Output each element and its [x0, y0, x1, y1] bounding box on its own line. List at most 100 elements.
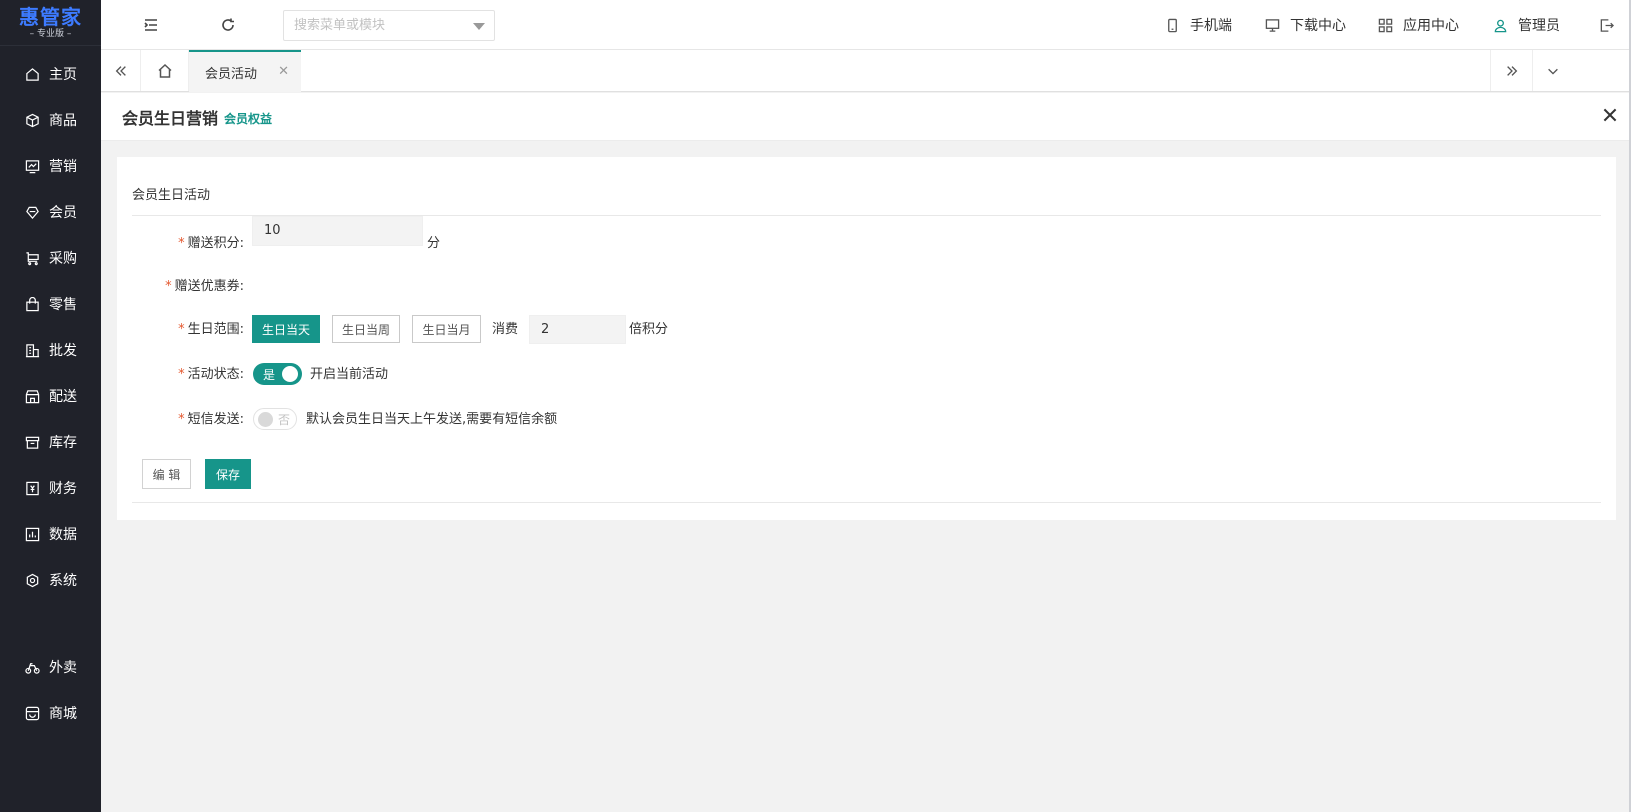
app-center-label: 应用中心: [1403, 18, 1459, 34]
sms-desc: 默认会员生日当天上午发送,需要有短信余额: [306, 412, 558, 427]
sms-label-text: 短信发送:: [187, 412, 244, 427]
menu-search-select[interactable]: 搜索菜单或模块: [283, 10, 495, 41]
sidebar-item-goods[interactable]: 商品: [0, 100, 101, 140]
search-placeholder: 搜索菜单或模块: [294, 18, 386, 33]
settings-icon: [24, 572, 40, 588]
close-icon[interactable]: ✕: [278, 64, 289, 79]
required-mark: *: [165, 279, 172, 294]
sidebar-item-marketing[interactable]: 营销: [0, 146, 101, 186]
tabs-dropdown-button[interactable]: [1532, 50, 1572, 91]
points-input[interactable]: 10: [252, 216, 423, 246]
sidebar-item-purchase[interactable]: 采购: [0, 238, 101, 278]
sidebar-item-retail[interactable]: 零售: [0, 284, 101, 324]
sidebar-item-delivery[interactable]: 配送: [0, 376, 101, 416]
sidebar-item-label: 采购: [49, 251, 77, 267]
home-icon: [157, 63, 172, 78]
status-desc: 开启当前活动: [310, 367, 389, 382]
status-toggle[interactable]: 是: [253, 363, 302, 385]
bike-icon: [24, 659, 40, 675]
toggle-text: 是: [263, 368, 276, 382]
warehouse-icon: [24, 434, 40, 450]
user-icon: [1494, 19, 1507, 32]
phone-icon: [1168, 18, 1177, 32]
logo[interactable]: 惠管家 – 专业版 –: [0, 0, 101, 46]
sidebar-item-takeout[interactable]: 外卖: [0, 647, 101, 687]
menu-toggle-button[interactable]: [141, 15, 161, 35]
sidebar-item-member[interactable]: 会员: [0, 192, 101, 232]
consume-label: 消费: [492, 322, 519, 337]
logo-subtitle: – 专业版 –: [29, 28, 72, 39]
range-label: * 生日范围:: [178, 318, 244, 337]
chevron-down-icon: [1547, 68, 1558, 75]
sidebar-item-label: 营销: [49, 159, 77, 175]
logo-text: 惠管家: [19, 4, 82, 29]
bag-icon: [24, 296, 40, 312]
sms-label: * 短信发送:: [178, 408, 244, 427]
sidebar-item-label: 商品: [49, 113, 77, 129]
range-option-month[interactable]: 生日当月: [412, 315, 481, 343]
tab-label: 会员活动: [205, 66, 258, 82]
logout-button[interactable]: [1599, 0, 1624, 50]
range-option-day[interactable]: 生日当天: [252, 315, 320, 343]
birthday-activity-card: 会员生日活动 * 赠送积分: 10 分 * 赠送优惠券: * 生日范围: 生日当天 生…: [117, 157, 1616, 520]
finance-icon: [24, 480, 40, 496]
multiplier-unit: 倍积分: [629, 322, 669, 337]
sidebar-item-label: 批发: [49, 343, 77, 359]
points-value: 10: [264, 223, 281, 238]
sidebar-item-mall[interactable]: 商城: [0, 693, 101, 733]
required-mark: *: [178, 412, 185, 427]
tabs-scroll-left-button[interactable]: [101, 50, 141, 91]
edit-button[interactable]: 编 辑: [142, 459, 191, 489]
monitor-icon: [1265, 18, 1280, 32]
sidebar-item-data[interactable]: 数据: [0, 514, 101, 554]
multiplier-input[interactable]: 2: [529, 315, 626, 344]
sidebar-item-label: 系统: [49, 573, 77, 589]
chart-icon: [24, 158, 40, 174]
range-label-text: 生日范围:: [187, 322, 244, 337]
sidebar-item-wholesale[interactable]: 批发: [0, 330, 101, 370]
close-icon: [1603, 108, 1617, 122]
sidebar-item-label: 库存: [49, 435, 77, 451]
points-unit: 分: [427, 236, 441, 251]
user-name: 管理员: [1518, 18, 1560, 34]
box-icon: [24, 112, 40, 128]
page-title: 会员生日营销: [122, 108, 219, 128]
refresh-button[interactable]: [218, 15, 238, 35]
section-title: 会员生日活动: [132, 188, 211, 203]
menu-fold-icon: [144, 19, 157, 31]
sidebar: 惠管家 – 专业版 – 主页 商品 营销 会员 采购 零售 批发 配送 库存 财…: [0, 0, 101, 812]
tabs-scroll-right-button[interactable]: [1490, 50, 1532, 91]
download-center-link[interactable]: 下载中心: [1265, 0, 1346, 50]
range-option-week[interactable]: 生日当周: [332, 315, 400, 343]
tab-member-activity[interactable]: 会员活动 ✕: [189, 50, 301, 92]
home-icon: [24, 66, 40, 82]
tabs-bar: 会员活动 ✕: [101, 50, 1631, 92]
bar-chart-icon: [24, 526, 40, 542]
sidebar-item-inventory[interactable]: 库存: [0, 422, 101, 462]
cart-icon: [24, 250, 40, 266]
shop-icon: [24, 705, 40, 721]
double-chevron-right-icon: [1506, 65, 1517, 76]
sms-toggle[interactable]: 否: [253, 408, 297, 430]
sidebar-item-label: 商城: [49, 706, 77, 722]
toggle-knob: [282, 366, 298, 382]
sidebar-item-home[interactable]: 主页: [0, 54, 101, 94]
chevron-down-icon: [473, 23, 485, 30]
tab-home[interactable]: [141, 50, 189, 91]
top-header: 搜索菜单或模块 手机端 下载中心 应用中心 管理员: [101, 0, 1631, 50]
sidebar-item-finance[interactable]: 财务: [0, 468, 101, 508]
sidebar-item-label: 零售: [49, 297, 77, 313]
points-label: * 赠送积分:: [178, 232, 244, 251]
double-chevron-left-icon: [115, 65, 126, 76]
sidebar-item-system[interactable]: 系统: [0, 560, 101, 600]
download-center-label: 下载中心: [1290, 18, 1346, 34]
close-panel-button[interactable]: [1601, 106, 1621, 126]
panel-header: 会员生日营销 会员权益: [101, 93, 1631, 141]
app-center-link[interactable]: 应用中心: [1378, 0, 1459, 50]
status-label: * 活动状态:: [178, 363, 244, 382]
sidebar-item-label: 数据: [49, 527, 77, 543]
sidebar-item-label: 主页: [49, 67, 77, 83]
save-button[interactable]: 保存: [205, 459, 251, 489]
user-menu[interactable]: 管理员: [1493, 0, 1560, 50]
mobile-link[interactable]: 手机端: [1165, 0, 1232, 50]
